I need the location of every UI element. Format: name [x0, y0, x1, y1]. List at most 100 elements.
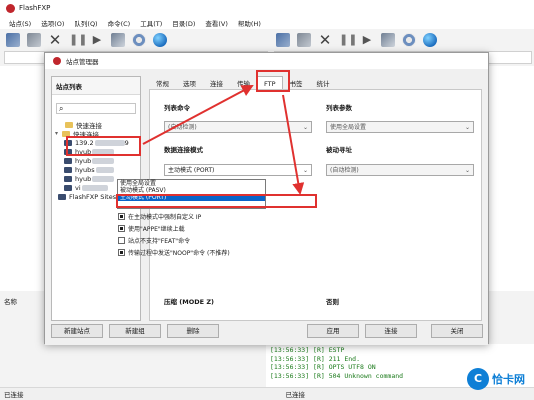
- server-icon: [64, 166, 72, 173]
- other-label: 否则: [326, 298, 339, 306]
- dropdown-option-pasv[interactable]: 被动模式 (PASV): [118, 187, 265, 194]
- list-mode-select[interactable]: (自动检测) ⌄: [326, 164, 474, 176]
- tab-connection[interactable]: 连接: [203, 76, 230, 90]
- tree-item-label: hyubs: [75, 165, 95, 174]
- checkbox[interactable]: [118, 225, 125, 232]
- status-left: 已连接: [4, 391, 24, 399]
- checkbox-label: 使用"APPE"继续上载: [128, 226, 185, 233]
- checkbox[interactable]: [118, 237, 125, 244]
- flashfxp-logo-icon: [53, 57, 61, 65]
- list-params-select[interactable]: 使用全局设置 ⌄: [326, 121, 474, 133]
- list-mode-label: 被动寻址: [326, 146, 352, 154]
- tab-general[interactable]: 常规: [149, 76, 176, 90]
- tab-options[interactable]: 选项: [176, 76, 203, 90]
- redacted-mask: [92, 175, 115, 182]
- refresh-icon[interactable]: [132, 33, 146, 47]
- connect-icon[interactable]: [276, 33, 290, 47]
- watermark-text: 恰卡网: [492, 373, 525, 386]
- data-mode-label: 数据连接模式: [164, 146, 203, 154]
- checkbox-label: 在主动模式中强制自定义 IP: [128, 214, 202, 221]
- compare-icon[interactable]: [111, 33, 125, 47]
- status-right: 已连接: [285, 391, 306, 399]
- watermark: C 恰卡网: [467, 368, 525, 390]
- menu-site[interactable]: 站点(S): [4, 18, 36, 28]
- folder-icon: [65, 121, 73, 128]
- checkbox-row-custom-ip[interactable]: 在主动模式中强制自定义 IP: [118, 212, 201, 221]
- checkbox-row-feat[interactable]: 站点不支持"FEAT"命令: [118, 236, 190, 245]
- list-params-value: 使用全局设置: [330, 124, 367, 131]
- server-icon: [58, 193, 66, 200]
- list-command-label: 列表命令: [164, 104, 190, 112]
- tree-item-label: 快速连接: [76, 121, 102, 130]
- title-bar: FlashFXP: [0, 0, 534, 16]
- abort-icon[interactable]: ✕: [48, 33, 62, 48]
- status-bar: 已连接 已连接: [0, 387, 534, 400]
- data-mode-select[interactable]: 主动模式 (PORT) ⌄: [164, 164, 312, 176]
- globe-icon[interactable]: [423, 33, 437, 47]
- checkbox-row-noop[interactable]: 传输过程中发送"NOOP"命令 (不推荐): [118, 248, 230, 257]
- compare-icon[interactable]: [381, 33, 395, 47]
- name-column-header[interactable]: 名称: [4, 296, 17, 306]
- server-icon: [64, 157, 72, 164]
- site-list-header: 站点列表: [52, 77, 140, 95]
- delete-button[interactable]: 删除: [167, 324, 219, 338]
- dialog-title-bar: 站点管理器: [45, 53, 488, 69]
- close-button[interactable]: 关闭: [431, 324, 483, 338]
- menu-help[interactable]: 帮助(H): [233, 18, 266, 28]
- connect-button[interactable]: 连接: [365, 324, 417, 338]
- pause-icon[interactable]: ❚❚: [69, 33, 87, 47]
- disconnect-icon[interactable]: [27, 33, 41, 47]
- globe-icon[interactable]: [153, 33, 167, 47]
- chevron-down-icon: ⌄: [464, 167, 470, 174]
- checkbox-row-appe[interactable]: 使用"APPE"继续上载: [118, 224, 185, 233]
- menu-options[interactable]: 选项(O): [36, 18, 69, 28]
- tree-item-quick-connect[interactable]: 快速连接: [52, 120, 140, 129]
- checkbox[interactable]: [118, 213, 125, 220]
- list-params-label: 列表参数: [326, 104, 352, 112]
- list-command-select[interactable]: (自动检测) ⌄: [164, 121, 312, 133]
- transfer-icon[interactable]: ▶: [90, 33, 104, 47]
- transfer-icon[interactable]: ▶: [360, 33, 374, 47]
- menu-queue[interactable]: 队列(Q): [69, 18, 102, 28]
- toolbar-left: ✕ ❚❚ ▶: [6, 30, 174, 50]
- list-command-value: (自动检测): [168, 124, 197, 131]
- menu-view[interactable]: 查看(V): [200, 18, 233, 28]
- apply-button[interactable]: 应用: [307, 324, 359, 338]
- chevron-down-icon: ⌄: [302, 167, 308, 174]
- tree-item-site[interactable]: hyubs: [52, 165, 140, 174]
- new-site-button[interactable]: 新建站点: [51, 324, 103, 338]
- checkbox-label: 传输过程中发送"NOOP"命令 (不推荐): [128, 250, 230, 257]
- compression-label: 压缩 (MODE Z): [164, 298, 215, 306]
- redacted-mask: [95, 166, 114, 173]
- chevron-down-icon: ⌄: [464, 124, 470, 131]
- window-title: FlashFXP: [19, 4, 51, 12]
- tab-transfer[interactable]: 传输: [230, 76, 257, 90]
- data-mode-value: 主动模式 (PORT): [168, 167, 215, 174]
- connect-icon[interactable]: [6, 33, 20, 47]
- log-line: [13:56:33] [R] ESTP: [270, 346, 345, 354]
- menu-bar: 站点(S) 选项(O) 队列(Q) 命令(C) 工具(T) 目录(D) 查看(V…: [0, 16, 534, 29]
- search-icon: ⌕: [59, 103, 64, 113]
- checkbox[interactable]: [118, 249, 125, 256]
- settings-tabs: 常规 选项 连接 传输 FTP 书签 统计: [149, 76, 337, 90]
- pause-icon[interactable]: ❚❚: [339, 33, 357, 47]
- tab-statistics[interactable]: 统计: [310, 76, 337, 90]
- list-mode-value: (自动检测): [330, 167, 359, 174]
- menu-commands[interactable]: 命令(C): [103, 18, 136, 28]
- new-group-button[interactable]: 新建组: [109, 324, 161, 338]
- highlight-ftp-tab-box: [256, 70, 290, 92]
- menu-directory[interactable]: 目录(D): [167, 18, 200, 28]
- highlight-port-option-box: [116, 194, 317, 208]
- disconnect-icon[interactable]: [297, 33, 311, 47]
- tree-item-site[interactable]: hyub: [52, 156, 140, 165]
- chevron-down-icon: ⌄: [302, 124, 308, 131]
- tree-item-label: hyub: [75, 156, 92, 165]
- chevron-down-icon: ▾: [55, 130, 59, 137]
- menu-tools[interactable]: 工具(T): [135, 18, 167, 28]
- watermark-logo-icon: C: [467, 368, 489, 390]
- refresh-icon[interactable]: [402, 33, 416, 47]
- abort-icon[interactable]: ✕: [318, 33, 332, 48]
- flashfxp-logo-icon: [6, 3, 15, 13]
- site-search-input[interactable]: ⌕: [56, 103, 136, 114]
- dropdown-option-global[interactable]: 使用全局设置: [118, 180, 265, 187]
